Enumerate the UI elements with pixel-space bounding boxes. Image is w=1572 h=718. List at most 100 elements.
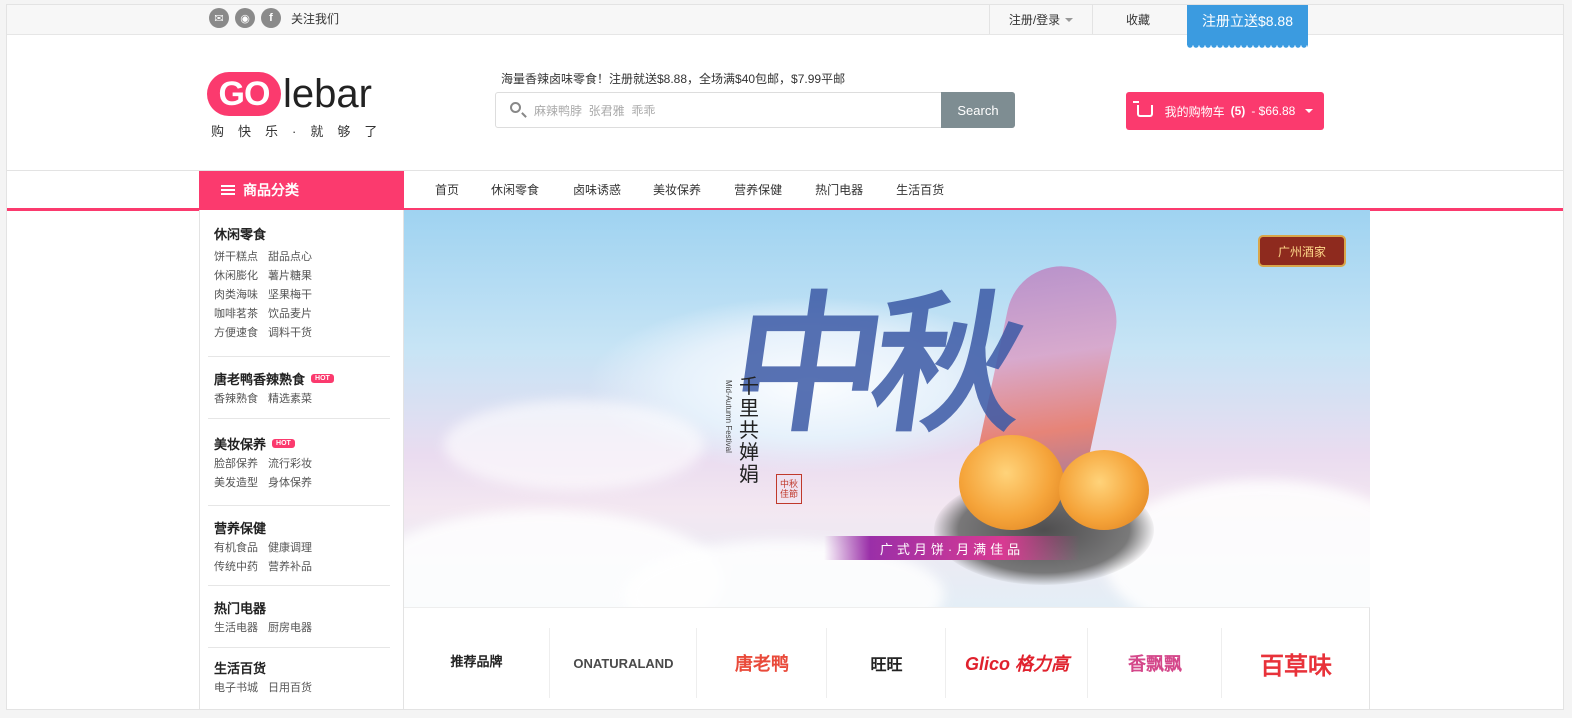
banner-english-text: Mid-Autumn Festival [724, 380, 733, 453]
brand-name: 香飘飘 [1128, 654, 1182, 674]
cart-button[interactable]: 我的购物车 (5) - $66.88 [1126, 92, 1324, 130]
favorite-label: 收藏 [1125, 13, 1150, 27]
category-title-text: 唐老鸭香辣熟食 [214, 371, 306, 387]
register-bonus-label: 注册立送$8.88 [1201, 13, 1294, 29]
banner-vertical-text: 千里共婵娟 [739, 374, 759, 486]
subcategory-link[interactable]: 甜品点心 [268, 251, 312, 263]
category-title[interactable]: 生活百货 [214, 658, 390, 676]
brand-logo-glico[interactable]: Glico 格力高 [945, 628, 1088, 698]
divider [208, 356, 390, 357]
subcategory-link[interactable]: 电子书城 [214, 682, 258, 694]
login-register-dropdown[interactable]: 注册/登录 [989, 5, 1093, 34]
category-menu-button[interactable]: 商品分类 [199, 171, 404, 208]
cart-icon [1132, 101, 1153, 117]
category-title[interactable]: 休闲零食 [214, 224, 390, 242]
nav-link-health[interactable]: 营养保健 [734, 181, 782, 198]
register-bonus-button[interactable]: 注册立送$8.88 [1187, 5, 1308, 49]
category-title[interactable]: 营养保健 [214, 518, 390, 536]
site-logo[interactable]: GO lebar 购快乐·就够了 [207, 71, 391, 140]
follow-us-label: 关注我们 [291, 11, 340, 26]
nav-link-appliances[interactable]: 热门电器 [815, 181, 863, 198]
banner-brand-badge: 广州酒家 [1258, 235, 1346, 267]
wechat-icon[interactable]: ✉ [209, 8, 229, 28]
nav-link-household[interactable]: 生活百货 [896, 181, 944, 198]
page-frame: ✉ ◉ f 关注我们 注册/登录 收藏 注册立送$8.88 GO lebar 购… [6, 4, 1564, 710]
subcategory-link[interactable]: 健康调理 [268, 542, 312, 554]
search-button[interactable]: Search [941, 92, 1015, 128]
chevron-down-icon [1305, 109, 1314, 113]
subcategory-link[interactable]: 营养补品 [268, 561, 312, 573]
subcategory-row: 电子书城 日用百货 [214, 679, 390, 695]
subcategory-link[interactable]: 日用百货 [268, 682, 312, 694]
category-title[interactable]: 唐老鸭香辣熟食 HOT [214, 369, 390, 387]
category-group-duck: 唐老鸭香辣熟食 HOT 香辣熟食 精选素菜 [214, 369, 390, 406]
brand-logo-tanglaoya[interactable]: 唐老鸭 [696, 628, 827, 698]
logo-go-badge: GO [207, 72, 281, 116]
divider [208, 647, 390, 648]
facebook-icon[interactable]: f [261, 8, 281, 28]
subcategory-link[interactable]: 坚果梅干 [268, 289, 312, 301]
brand-logo-onaturaland[interactable]: ONATURALAND [549, 628, 697, 698]
subcategory-link[interactable]: 调料干货 [268, 327, 312, 339]
brand-logo-wangwang[interactable]: 旺旺 [826, 628, 946, 698]
subcategory-row: 传统中药 营养补品 [214, 558, 390, 574]
category-group-health: 营养保健 有机食品 健康调理 传统中药 营养补品 [214, 518, 390, 574]
subcategory-link[interactable]: 传统中药 [214, 561, 258, 573]
subcategory-link[interactable]: 饼干糕点 [214, 251, 258, 263]
nav-link-home[interactable]: 首页 [435, 181, 459, 198]
nav-link-braised[interactable]: 卤味诱惑 [573, 181, 621, 198]
subcategory-link[interactable]: 厨房电器 [268, 622, 312, 634]
nav-links: 首页 休闲零食 卤味诱惑 美妆保养 营养保健 热门电器 生活百货 [435, 171, 944, 208]
divider [208, 505, 390, 506]
subcategory-link[interactable]: 有机食品 [214, 542, 258, 554]
subcategory-row: 生活电器 厨房电器 [214, 619, 390, 635]
search-icon [510, 102, 521, 113]
seal-stamp: 中秋佳節 [776, 474, 802, 504]
category-title[interactable]: 美妆保养 HOT [214, 434, 390, 452]
hot-badge: HOT [311, 373, 334, 383]
subcategory-link[interactable]: 脸部保养 [214, 458, 258, 470]
subcategory-link[interactable]: 薯片糖果 [268, 270, 312, 282]
favorite-link[interactable]: 收藏 [1092, 5, 1184, 34]
brand-name: 旺旺 [870, 657, 903, 674]
subcategory-link[interactable]: 休闲膨化 [214, 270, 258, 282]
hero-banner[interactable]: 中秋 Mid-Autumn Festival 千里共婵娟 中秋佳節 广式月饼·月… [404, 210, 1370, 607]
search-input[interactable] [532, 100, 926, 122]
subcategory-link[interactable]: 生活电器 [214, 622, 258, 634]
subcategory-link[interactable]: 流行彩妆 [268, 458, 312, 470]
subcategory-link[interactable]: 方便速食 [214, 327, 258, 339]
top-bar: ✉ ◉ f 关注我们 注册/登录 收藏 注册立送$8.88 [7, 5, 1563, 49]
nav-link-beauty[interactable]: 美妆保养 [653, 181, 701, 198]
brand-name: ONATURALAND [573, 655, 674, 671]
nav-link-snacks[interactable]: 休闲零食 [491, 181, 539, 198]
brand-name: 唐老鸭 [735, 654, 789, 674]
subcategory-link[interactable]: 咖啡茗茶 [214, 308, 258, 320]
weibo-icon[interactable]: ◉ [235, 8, 255, 28]
logo-wordmark: GO lebar [207, 71, 391, 117]
subcategory-row: 肉类海味 坚果梅干 [214, 286, 390, 302]
brand-logo-baicaowei[interactable]: 百草味 [1221, 628, 1370, 698]
subcategory-link[interactable]: 美发造型 [214, 477, 258, 489]
category-sidebar: 休闲零食 饼干糕点 甜品点心 休闲膨化 薯片糖果 肉类海味 坚果梅干 咖啡茗茶 饮品麦片… [199, 210, 404, 709]
social-links: ✉ ◉ f 关注我们 [209, 8, 339, 28]
subcategory-link[interactable]: 身体保养 [268, 477, 312, 489]
mooncake-illustration [1059, 450, 1149, 530]
divider [208, 585, 390, 586]
category-title[interactable]: 热门电器 [214, 598, 390, 616]
cart-label: 我的购物车 [1164, 104, 1225, 119]
category-group-household: 生活百货 电子书城 日用百货 [214, 658, 390, 695]
banner-tagline: 广式月饼·月满佳品 [824, 536, 1080, 560]
main-nav: 商品分类 首页 休闲零食 卤味诱惑 美妆保养 营养保健 热门电器 生活百货 [7, 170, 1563, 211]
subcategory-link[interactable]: 肉类海味 [214, 289, 258, 301]
subcategory-row: 方便速食 调料干货 [214, 324, 390, 340]
logo-text: lebar [283, 72, 372, 116]
subcategory-link[interactable]: 饮品麦片 [268, 308, 312, 320]
subcategory-row: 饼干糕点 甜品点心 [214, 248, 390, 264]
hot-badge: HOT [272, 438, 295, 448]
category-menu-label: 商品分类 [243, 181, 299, 198]
category-group-snacks: 休闲零食 饼干糕点 甜品点心 休闲膨化 薯片糖果 肉类海味 坚果梅干 咖啡茗茶 饮品麦片… [214, 224, 390, 340]
cloud-decoration [444, 400, 704, 490]
subcategory-link[interactable]: 香辣熟食 [214, 393, 258, 405]
subcategory-link[interactable]: 精选素菜 [268, 393, 312, 405]
brand-logo-xiangpiaopiao[interactable]: 香飘飘 [1087, 628, 1222, 698]
